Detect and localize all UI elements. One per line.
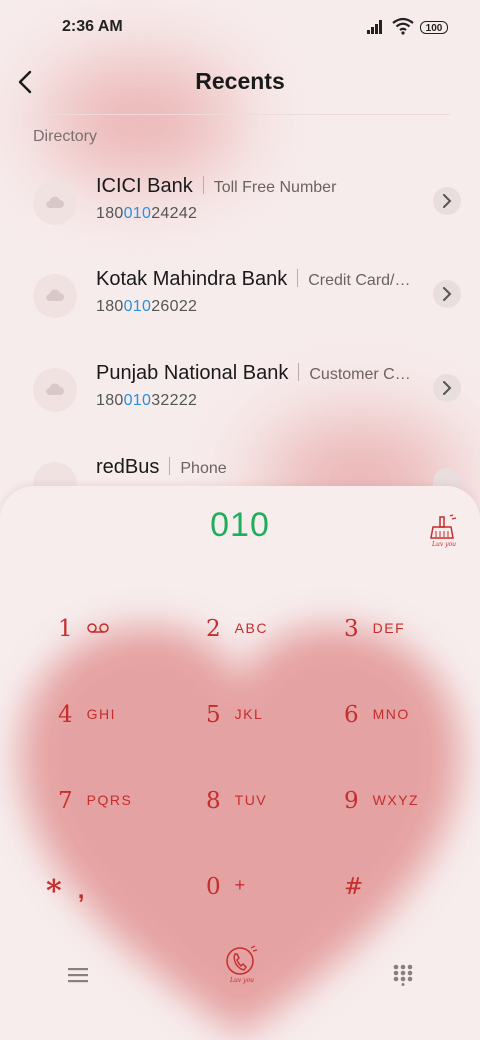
key-4[interactable]: 4 GHI bbox=[58, 702, 116, 742]
dialed-number: 010 bbox=[210, 506, 270, 544]
key-digit: 6 bbox=[344, 702, 359, 728]
key-3[interactable]: 3 DEF bbox=[344, 616, 405, 656]
keypad-icon[interactable] bbox=[393, 964, 413, 986]
number-prefix: 180 bbox=[96, 298, 124, 315]
details-button[interactable] bbox=[433, 187, 461, 215]
chevron-right-icon bbox=[443, 287, 452, 301]
broom-icon[interactable]: Luv you bbox=[428, 514, 458, 548]
key-letters: ABC bbox=[234, 620, 268, 636]
dialpad-sheet: 010 Luv you 1 2 ABC 3 DEF 4 GHI 5 JKL 6 MNO 7… bbox=[0, 486, 480, 1040]
contact-name: Kotak Mahindra Bank bbox=[96, 268, 288, 290]
contact-tag: Customer C… bbox=[309, 366, 411, 383]
chevron-right-icon bbox=[443, 381, 452, 395]
contact-name: Punjab National Bank bbox=[96, 362, 289, 384]
key-letters: JKL bbox=[234, 706, 264, 722]
key-letters: WXYZ bbox=[372, 792, 420, 808]
contact-name: redBus bbox=[96, 456, 160, 478]
page-title: Recents bbox=[195, 68, 285, 94]
list-item[interactable]: Kotak Mahindra Bank Credit Card/… 1800102… bbox=[0, 258, 480, 338]
key-digit: 4 bbox=[58, 702, 73, 728]
key-star[interactable]: *, bbox=[46, 874, 86, 914]
wifi-icon bbox=[392, 17, 414, 35]
key-0[interactable]: 0 + bbox=[206, 874, 247, 914]
divider bbox=[169, 457, 171, 475]
key-letters: , bbox=[77, 877, 86, 904]
number-prefix: 180 bbox=[96, 205, 124, 222]
key-9[interactable]: 9 WXYZ bbox=[344, 788, 419, 828]
contact-tag: Phone bbox=[180, 460, 227, 477]
contact-tag: Toll Free Number bbox=[213, 179, 337, 196]
key-letters: DEF bbox=[372, 620, 406, 636]
key-digit: 9 bbox=[344, 788, 359, 814]
number-match: 010 bbox=[123, 298, 152, 315]
key-7[interactable]: 7 PQRS bbox=[58, 788, 132, 828]
number-match: 010 bbox=[123, 205, 152, 222]
call-icon[interactable]: Luv you bbox=[224, 944, 258, 984]
contact-number: 18001026022 bbox=[96, 298, 197, 316]
divider bbox=[297, 269, 299, 287]
status-bar: 2:36 AM 100 bbox=[0, 0, 480, 56]
key-5[interactable]: 5 JKL bbox=[206, 702, 263, 742]
key-letters: GHI bbox=[86, 706, 117, 722]
contact-line: Punjab National Bank Customer C… bbox=[96, 362, 416, 385]
number-prefix: 180 bbox=[96, 392, 124, 409]
cloud-icon bbox=[46, 289, 64, 302]
key-letters: TUV bbox=[234, 792, 268, 808]
battery-icon: 100 bbox=[420, 21, 448, 34]
header-divider bbox=[30, 114, 450, 115]
key-digit: 7 bbox=[58, 788, 73, 814]
signal-icon bbox=[367, 20, 382, 34]
divider bbox=[298, 363, 300, 381]
contact-number: 18001024242 bbox=[96, 205, 197, 223]
contact-line: redBus Phone bbox=[96, 456, 416, 479]
key-digit: 0 bbox=[206, 874, 221, 900]
contact-number: 18001032222 bbox=[96, 392, 197, 410]
header: Recents bbox=[0, 56, 480, 108]
contact-tag: Credit Card/… bbox=[308, 272, 411, 289]
key-digit: 1 bbox=[58, 616, 73, 642]
svg-text:Luv you: Luv you bbox=[431, 541, 456, 548]
key-digit: 3 bbox=[344, 616, 359, 642]
section-label: Directory bbox=[33, 128, 98, 145]
svg-text:Luv you: Luv you bbox=[229, 977, 254, 984]
key-digit: 2 bbox=[206, 616, 221, 642]
details-button[interactable] bbox=[433, 280, 461, 308]
key-letters: PQRS bbox=[86, 792, 133, 808]
list-item[interactable]: ICICI Bank Toll Free Number 18001024242 bbox=[0, 165, 480, 245]
key-digit: # bbox=[344, 874, 364, 900]
status-time: 2:36 AM bbox=[62, 18, 123, 35]
key-hash[interactable]: # bbox=[344, 874, 363, 914]
voicemail-icon bbox=[87, 623, 109, 633]
key-1[interactable]: 1 bbox=[58, 616, 109, 656]
key-letters: MNO bbox=[372, 706, 410, 722]
menu-icon[interactable] bbox=[68, 966, 88, 984]
key-8[interactable]: 8 TUV bbox=[206, 788, 267, 828]
contact-line: ICICI Bank Toll Free Number bbox=[96, 175, 416, 198]
avatar bbox=[33, 181, 77, 225]
number-suffix: 26022 bbox=[151, 298, 198, 315]
list-item[interactable]: Punjab National Bank Customer C… 18001032… bbox=[0, 352, 480, 432]
divider bbox=[202, 176, 204, 194]
avatar bbox=[33, 368, 77, 412]
avatar bbox=[33, 274, 77, 318]
key-2[interactable]: 2 ABC bbox=[206, 616, 268, 656]
number-suffix: 24242 bbox=[151, 205, 198, 222]
key-digit: * bbox=[46, 874, 62, 909]
key-letters: + bbox=[234, 875, 247, 895]
cloud-icon bbox=[46, 383, 64, 396]
key-digit: 5 bbox=[206, 702, 221, 728]
number-suffix: 32222 bbox=[151, 392, 198, 409]
key-digit: 8 bbox=[206, 788, 221, 814]
cloud-icon bbox=[46, 196, 64, 209]
contact-name: ICICI Bank bbox=[96, 175, 193, 197]
details-button[interactable] bbox=[433, 374, 461, 402]
key-6[interactable]: 6 MNO bbox=[344, 702, 410, 742]
contact-line: Kotak Mahindra Bank Credit Card/… bbox=[96, 268, 416, 291]
chevron-right-icon bbox=[443, 194, 452, 208]
number-match: 010 bbox=[123, 392, 152, 409]
